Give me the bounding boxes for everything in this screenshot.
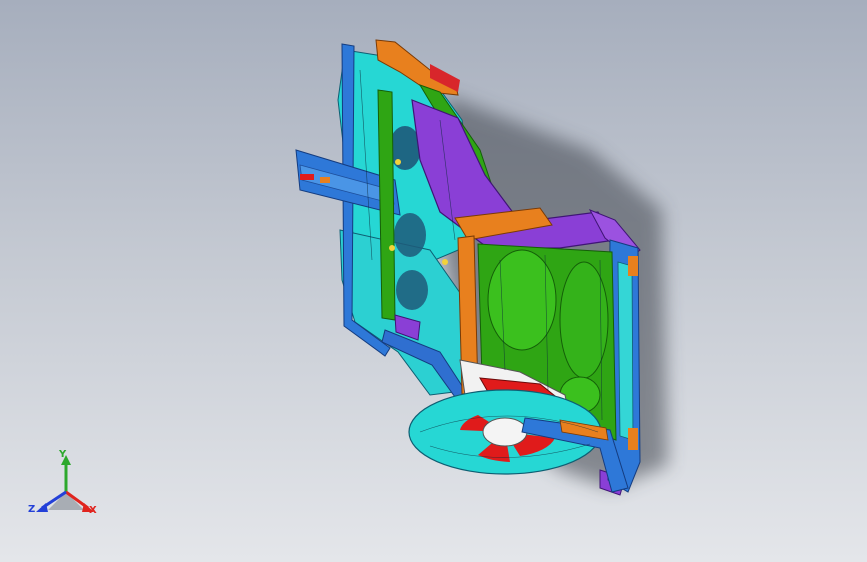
triad-z-label: Z — [28, 504, 36, 515]
yellow-detail-3 — [389, 245, 395, 251]
graphics-viewport[interactable]: Y X Z — [0, 0, 867, 562]
hub-white — [482, 417, 528, 447]
panel-hole-middle — [394, 213, 426, 257]
yellow-detail-2 — [442, 259, 448, 265]
z-axis-arrow — [36, 503, 48, 512]
coordinate-triad: Y X Z — [26, 448, 106, 520]
triad-y-label: Y — [59, 449, 67, 460]
side-arm-red-mark — [300, 174, 314, 180]
yellow-detail-1 — [395, 159, 401, 165]
right-orange-mark-bottom — [628, 428, 638, 450]
triad-x-label: X — [89, 505, 97, 516]
cad-model[interactable] — [0, 0, 867, 562]
right-orange-mark-top — [628, 256, 638, 276]
right-frame-cyan — [617, 261, 634, 441]
panel-hole-lower — [396, 270, 428, 310]
side-arm-orange-mark — [320, 177, 330, 183]
